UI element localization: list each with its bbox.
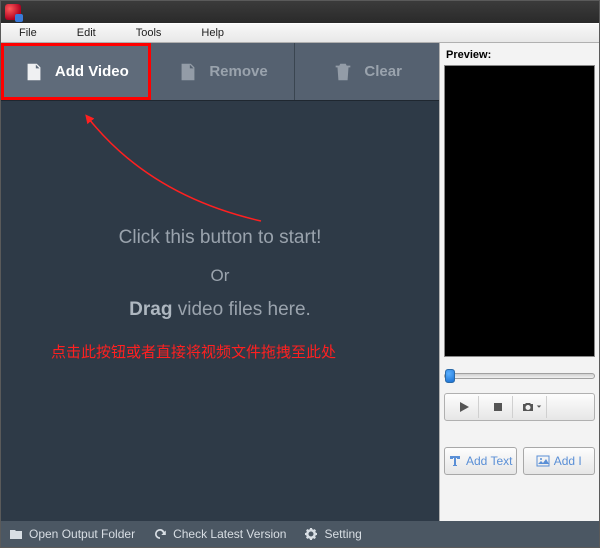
bottom-bar: Open Output Folder Check Latest Version … bbox=[1, 521, 599, 547]
folder-icon bbox=[9, 527, 23, 541]
stop-button[interactable] bbox=[483, 396, 513, 418]
hint-or: Or bbox=[1, 266, 439, 286]
preview-label: Preview: bbox=[440, 43, 599, 65]
menu-edit[interactable]: Edit bbox=[67, 25, 106, 41]
text-icon bbox=[448, 454, 462, 468]
menu-file[interactable]: File bbox=[9, 25, 47, 41]
play-icon bbox=[458, 401, 470, 413]
image-icon bbox=[536, 454, 550, 468]
remove-icon bbox=[177, 61, 199, 83]
trash-icon bbox=[332, 61, 354, 83]
camera-icon bbox=[522, 401, 534, 413]
refresh-icon bbox=[153, 527, 167, 541]
add-image-label: Add I bbox=[554, 454, 582, 468]
preview-video-area bbox=[444, 65, 595, 357]
annotation-chinese: 点击此按钮或者直接将视频文件拖拽至此处 bbox=[51, 341, 336, 362]
add-text-label: Add Text bbox=[466, 454, 512, 468]
playback-slider[interactable] bbox=[444, 365, 595, 387]
hint-click-to-start: Click this button to start! bbox=[1, 227, 439, 249]
drop-area[interactable]: Click this button to start! Or Drag vide… bbox=[1, 101, 439, 521]
open-output-folder-button[interactable]: Open Output Folder bbox=[9, 527, 135, 541]
hint-drag-rest: video files here. bbox=[172, 299, 310, 320]
add-video-label: Add Video bbox=[55, 63, 129, 80]
open-output-label: Open Output Folder bbox=[29, 527, 135, 541]
menu-help[interactable]: Help bbox=[191, 25, 234, 41]
setting-button[interactable]: Setting bbox=[304, 527, 361, 541]
setting-label: Setting bbox=[324, 527, 361, 541]
hint-drag-bold: Drag bbox=[129, 299, 172, 320]
right-panel: Preview: bbox=[439, 43, 599, 521]
titlebar[interactable] bbox=[1, 1, 599, 23]
check-latest-version-button[interactable]: Check Latest Version bbox=[153, 527, 286, 541]
remove-button[interactable]: Remove bbox=[151, 43, 296, 100]
add-text-button[interactable]: Add Text bbox=[444, 447, 517, 475]
remove-label: Remove bbox=[209, 63, 267, 80]
action-toolbar: Add Video Remove Clear bbox=[1, 43, 439, 101]
hint-drag-files: Drag video files here. bbox=[1, 299, 439, 321]
menubar: File Edit Tools Help bbox=[1, 23, 599, 43]
gear-icon bbox=[304, 527, 318, 541]
snapshot-button[interactable] bbox=[517, 396, 547, 418]
left-panel: Add Video Remove Clear bbox=[1, 43, 439, 521]
check-version-label: Check Latest Version bbox=[173, 527, 286, 541]
add-video-icon bbox=[23, 61, 45, 83]
clear-label: Clear bbox=[364, 63, 402, 80]
menu-tools[interactable]: Tools bbox=[126, 25, 172, 41]
app-icon bbox=[5, 4, 21, 20]
main-area: Add Video Remove Clear bbox=[1, 43, 599, 521]
add-video-button[interactable]: Add Video bbox=[1, 43, 151, 100]
play-button[interactable] bbox=[449, 396, 479, 418]
clear-button[interactable]: Clear bbox=[295, 43, 439, 100]
slider-thumb[interactable] bbox=[445, 369, 455, 383]
player-controls bbox=[444, 393, 595, 421]
app-window: File Edit Tools Help Add Video Remove Cl… bbox=[0, 0, 600, 548]
slider-track[interactable] bbox=[444, 373, 595, 379]
stop-icon bbox=[492, 401, 504, 413]
chevron-down-icon bbox=[536, 404, 542, 410]
action-row: Add Text Add I bbox=[444, 447, 595, 475]
add-image-button[interactable]: Add I bbox=[523, 447, 596, 475]
